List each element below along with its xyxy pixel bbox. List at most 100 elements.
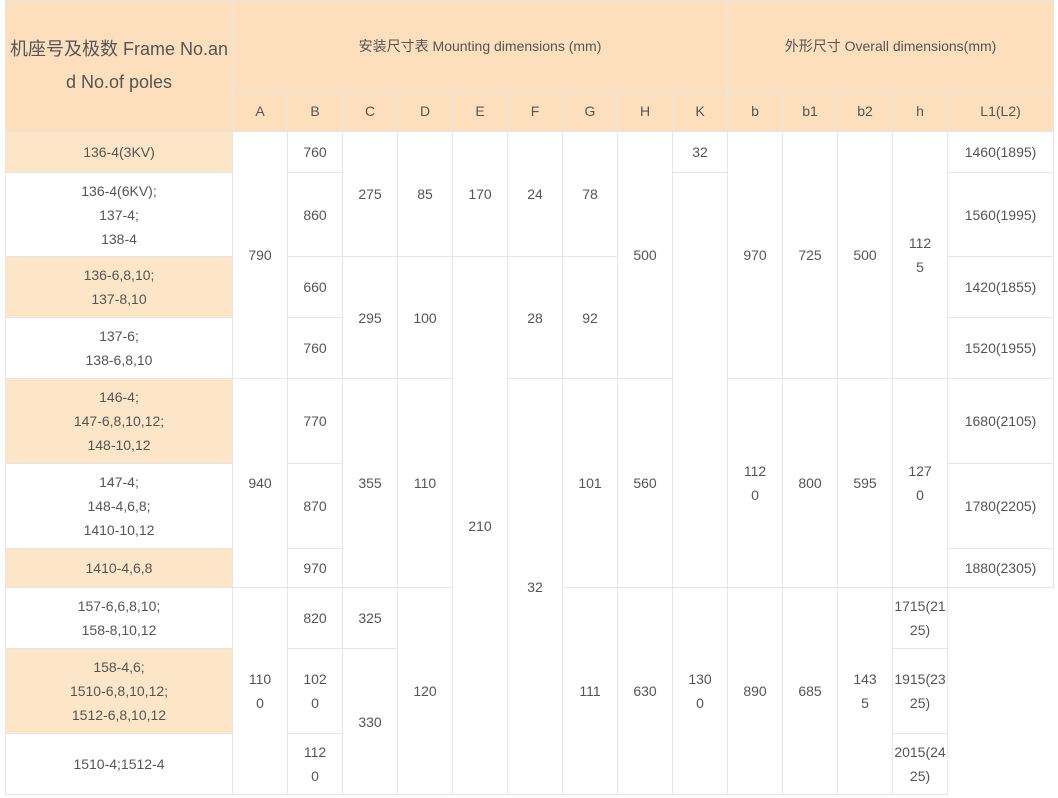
frame-cell: 158-4,6; 1510-6,8,10,12; 1512-6,8,10,12 [5,648,233,734]
cell-line: 790 [248,247,272,263]
value-cell-L: 1680(2105) [947,378,1055,464]
cell-line: 800 [798,475,822,491]
header-group-row: 机座号及极数 Frame No.and No.of poles 安装尺寸表 Mo… [5,0,1055,132]
cell-line: 136-6,8,10; [83,267,155,283]
frame-cell: 157-6,6,8,10; 158-8,10,12 [5,587,233,649]
col-header-K: K [671,90,729,132]
col-header-C: C [342,90,398,132]
cell-line: 820 [303,610,327,626]
col-header-h: h [892,90,949,132]
cell-line: 112 [908,235,932,251]
cell-line: 630 [633,683,657,699]
cell-line: 136-4(3KV) [83,144,155,160]
cell-line: 595 [853,475,877,491]
value-cell-H: 560 [617,378,673,588]
value-cell-L: 1560(1995) [947,172,1055,257]
frame-cell: 146-4; 147-6,8,10,12; 148-10,12 [5,378,233,464]
value-cell-b2: 595 [837,378,894,588]
cell-line: 138-6,8,10 [85,352,153,368]
value-cell-E: 170 [452,131,508,257]
cell-line: 760 [303,340,327,356]
value-cell-C: 275 [342,131,398,257]
cell-line: 295 [358,309,382,326]
value-cell-K-empty [671,172,729,588]
col-header-A: A [232,90,288,132]
cell-line: 355 [358,475,382,491]
cell-line: 5 [861,695,869,711]
cell-line: 0 [916,487,924,503]
frame-title-cell: 机座号及极数 Frame No.and No.of poles [5,0,233,132]
cell-line: 770 [303,413,327,429]
cell-line: 210 [468,517,492,534]
cell-line: 32 [692,144,708,160]
cell-line: 1510-6,8,10,12; [69,683,169,699]
cell-line: 500 [633,247,657,263]
cell-line: 143 [853,671,877,687]
frame-cell: 136-6,8,10; 137-8,10 [5,256,233,318]
value-cell-b: 130 0 [671,587,729,795]
value-cell-L: 1880(2305) [947,548,1055,588]
cell-line: 24 [527,186,543,202]
cell-line: 500 [853,247,877,263]
cell-line: 111 [579,683,601,699]
value-cell-L: 1460(1895) [947,131,1055,173]
value-cell-B: 760 [287,131,343,173]
value-cell-A: 940 [232,378,288,588]
cell-line: 85 [417,186,433,202]
value-cell-B: 820 [287,587,343,649]
value-cell-B: 870 [287,463,343,549]
value-cell-b2: 685 [782,587,839,795]
cell-line: 32 [527,578,543,595]
cell-line: 127 [908,463,932,479]
cell-line: 102 [303,671,327,687]
value-cell-D: 100 [397,256,453,379]
value-cell-F: 32 [507,378,563,795]
frame-cell: 1510-4;1512-4 [5,733,233,795]
value-cell-F: 28 [507,256,563,379]
cell-line: 0 [751,487,759,503]
col-header-B: B [287,90,343,132]
cell-line: 1510-4;1512-4 [73,756,165,772]
value-cell-F: 24 [507,131,563,257]
cell-line: 5 [916,259,924,275]
col-header-D: D [397,90,453,132]
cell-line: 138-4 [101,230,137,247]
value-cell-G: 101 [562,378,618,588]
value-cell-G: 78 [562,131,618,257]
cell-line: 137-6; [99,328,139,344]
value-cell-C: 325 [342,587,398,649]
value-cell-B: 112 0 [287,733,343,795]
frame-cell: 147-4; 148-4,6,8; 1410-10,12 [5,463,233,549]
value-cell-L: 1520(1955) [947,317,1055,379]
value-cell-G: 92 [562,256,618,379]
cell-line: 28 [527,309,543,326]
cell-line: 890 [743,683,767,699]
cell-line: 0 [311,768,319,784]
value-cell-G: 111 [562,587,618,795]
cell-line: 158-4,6; [93,659,145,675]
value-cell-L: 2015(2425) [892,733,949,795]
value-cell-b2: 500 [837,131,894,379]
value-cell-h: 127 0 [892,378,949,588]
cell-line: 0 [256,695,264,711]
cell-line: 0 [696,695,704,711]
cell-line: 137-8,10 [91,291,147,307]
frame-cell: 136-4(6KV); 137-4; 138-4 [5,172,233,257]
cell-line: 158-8,10,12 [81,622,157,638]
overall-dimensions-title: 外形尺寸 Overall dimensions(mm) [727,0,1055,91]
value-cell-H: 500 [617,131,673,379]
cell-line: 685 [798,683,822,699]
value-cell-b1: 725 [782,131,839,379]
value-cell-H: 630 [617,587,673,795]
value-cell-D: 110 [397,378,453,588]
col-header-E: E [452,90,508,132]
cell-line: 560 [633,475,657,491]
cell-line: 970 [303,560,327,576]
cell-line: 110 [248,671,272,687]
value-cell-E: 210 [452,256,508,795]
value-cell-D: 85 [397,131,453,257]
cell-line: 78 [582,186,598,202]
value-cell-A: 790 [232,131,288,379]
cell-line: 330 [358,713,382,730]
value-cell-L: 1715(2125) [892,587,949,649]
